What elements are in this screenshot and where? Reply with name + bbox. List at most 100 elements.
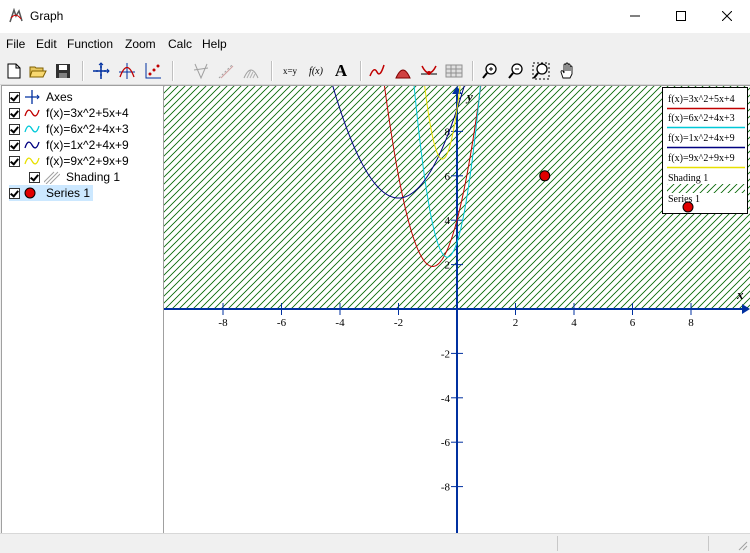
tree-item-label: Series 1 (46, 186, 91, 200)
function-2-checkbox[interactable] (9, 123, 20, 135)
close-button[interactable] (704, 0, 750, 31)
tangent-point-icon (421, 65, 437, 75)
tree-item-label: f(x)=3x^2+5x+4 (46, 106, 129, 120)
tree-item-shading[interactable]: Shading 1 (29, 169, 120, 185)
shading-checkbox[interactable] (29, 171, 40, 183)
function-list: Axes f(x)=3x^2+5x+4 f(x)=6x^2+4x+3 f(x)=… (1, 85, 164, 534)
function-1-checkbox[interactable] (9, 107, 20, 119)
hand-icon (560, 62, 573, 79)
legend-label: f(x)=1x^2+4x+9 (668, 133, 735, 144)
shading-icon (44, 170, 62, 184)
menu-edit[interactable]: Edit (36, 37, 57, 51)
maximize-icon (676, 10, 686, 21)
series-checkbox[interactable] (9, 187, 20, 199)
menu-function[interactable]: Function (67, 37, 113, 51)
tree-item-label: f(x)=6x^2+4x+3 (46, 122, 129, 136)
tree-item-function-4[interactable]: f(x)=9x^2+9x+9 (9, 153, 129, 169)
trendline-icon (369, 64, 385, 77)
curve-icon (24, 138, 42, 152)
menu-calc[interactable]: Calc (168, 37, 192, 51)
zoom-out-icon (508, 63, 523, 79)
zoom-in-button[interactable] (479, 60, 501, 82)
status-bar (0, 533, 750, 553)
xy-label: x=y (282, 66, 298, 76)
save-disk-icon (56, 64, 70, 78)
y-tick-label: 6 (445, 171, 451, 183)
insert-text-button[interactable]: A (330, 60, 352, 82)
series-points (539, 170, 551, 182)
tree-item-label: Shading 1 (66, 170, 121, 184)
text-label: A (334, 61, 348, 80)
area-button[interactable] (392, 60, 414, 82)
new-button[interactable] (3, 60, 25, 82)
tree-item-label: f(x)=1x^2+4x+9 (46, 138, 129, 152)
x-tick-label: -2 (394, 317, 403, 329)
tree-item-function-1[interactable]: f(x)=3x^2+5x+4 (9, 105, 129, 121)
tangent-icon (193, 63, 209, 80)
zoom-fit-button[interactable] (530, 60, 552, 82)
shading-button (240, 60, 262, 82)
legend-line (667, 126, 745, 129)
x-axis-label: x (736, 287, 744, 302)
legend-label: f(x)=9x^2+9x+9 (668, 153, 735, 164)
series-point-icon (24, 186, 42, 200)
table-button[interactable] (418, 60, 440, 82)
x-tick-label: 4 (571, 317, 577, 329)
curve-icon (24, 106, 42, 120)
y-axis-label: y (465, 89, 473, 104)
y-tick-label: 2 (445, 260, 451, 272)
point-series-icon (145, 63, 161, 79)
series-point-1[interactable] (539, 170, 551, 182)
table-grid-icon (445, 64, 463, 78)
save-button[interactable] (52, 60, 74, 82)
open-folder-icon (29, 66, 47, 78)
x-tick-label: 8 (688, 317, 694, 329)
window-title: Graph (30, 9, 64, 23)
tree-item-axes[interactable]: Axes (9, 89, 73, 105)
menu-file[interactable]: File (6, 37, 25, 51)
tree-item-series[interactable]: Series 1 (9, 185, 94, 201)
pan-button[interactable] (556, 60, 578, 82)
trendline-button[interactable] (366, 60, 388, 82)
relation-button (215, 60, 237, 82)
toolbar: x=y f(x) A (0, 57, 750, 85)
evaluate-button[interactable]: f(x) (305, 60, 327, 82)
tree-item-label: f(x)=9x^2+9x+9 (46, 154, 129, 168)
legend[interactable]: f(x)=3x^2+5x+4 f(x)=6x^2+4x+3 f(x)=1x^2+… (662, 87, 748, 214)
zoom-fit-icon (532, 62, 550, 80)
zoom-out-button[interactable] (505, 60, 527, 82)
open-button[interactable] (27, 60, 49, 82)
tangent-button (190, 60, 212, 82)
insert-point-series-button[interactable] (142, 60, 164, 82)
title-bar: Graph (0, 0, 750, 33)
resize-grip-icon[interactable] (737, 540, 748, 551)
function-graph-icon (119, 63, 135, 79)
insert-function-button[interactable] (116, 60, 138, 82)
legend-label: f(x)=3x^2+5x+4 (668, 94, 735, 105)
function-3-checkbox[interactable] (9, 139, 20, 151)
function-4-checkbox[interactable] (9, 155, 20, 167)
legend-series-marker (682, 201, 694, 213)
legend-line (667, 107, 745, 110)
insert-relation-button[interactable]: x=y (279, 60, 301, 82)
maximize-button[interactable] (658, 0, 704, 31)
legend-line (667, 146, 745, 149)
new-file-icon (7, 63, 21, 79)
status-panel-coords (557, 536, 708, 551)
tree-item-function-2[interactable]: f(x)=6x^2+4x+3 (9, 121, 129, 137)
menu-zoom[interactable]: Zoom (125, 37, 156, 51)
minimize-icon (630, 15, 640, 16)
x-tick-label: 6 (630, 317, 636, 329)
axes-button[interactable] (90, 60, 112, 82)
minimize-button[interactable] (612, 0, 658, 31)
close-icon (722, 10, 732, 21)
x-tick-label: -4 (335, 317, 345, 329)
app-icon (9, 8, 23, 23)
zoom-in-icon (482, 63, 497, 79)
axes-checkbox[interactable] (9, 91, 20, 103)
tree-item-function-3[interactable]: f(x)=1x^2+4x+9 (9, 137, 129, 153)
y-tick-label: -4 (441, 393, 451, 405)
menu-help[interactable]: Help (202, 37, 227, 51)
curve-icon (24, 122, 42, 136)
menu-bar: File Edit Function Zoom Calc Help (0, 33, 750, 55)
